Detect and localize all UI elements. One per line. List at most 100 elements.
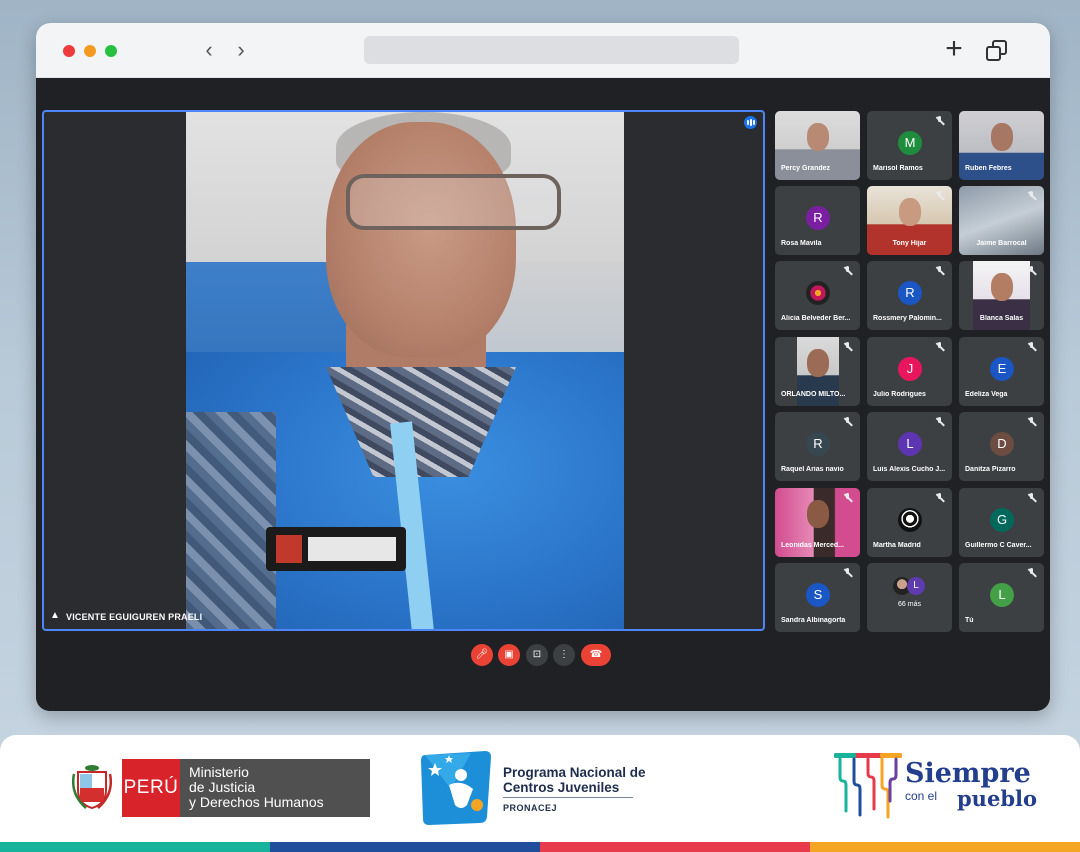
pronacej-title-line-2: Centros Juveniles	[503, 780, 620, 795]
slogan-siempre: Siempre	[905, 758, 1031, 789]
participant-face	[898, 198, 921, 226]
participant-tile[interactable]: L 66 más	[867, 563, 952, 632]
participant-avatar: G	[990, 508, 1014, 532]
mic-muted-icon	[935, 417, 944, 426]
participant-tile[interactable]: R Raquel Arias navio	[775, 412, 860, 481]
more-participants-avatars: L	[893, 577, 927, 597]
participant-name: Percy Grandez	[781, 165, 831, 172]
tabs-overview-icon[interactable]	[986, 40, 1008, 62]
ministry-name: Ministerio de Justicia y Derechos Humano…	[180, 759, 370, 817]
browser-window: ‹ › + ▲ VICENTE EGUIGUREN PRAELI Percy G…	[36, 23, 1050, 711]
mic-muted-icon	[935, 266, 944, 275]
speaker-name: VICENTE EGUIGUREN PRAELI	[66, 612, 203, 622]
participant-tile[interactable]: M Marisol Ramos	[867, 111, 952, 180]
slogan-pueblo: pueblo	[957, 786, 1037, 811]
forward-arrow-icon[interactable]: ›	[228, 36, 254, 64]
mic-off-button[interactable]: 🎤︎	[471, 644, 493, 666]
participant-name: Jaime Barrocal	[976, 240, 1027, 247]
main-speaker-tile[interactable]: ▲ VICENTE EGUIGUREN PRAELI	[42, 110, 765, 631]
participant-tile[interactable]: Martha Madrid	[867, 488, 952, 557]
pin-icon[interactable]: ▲	[50, 610, 60, 622]
mic-off-icon: 🎤︎	[475, 649, 489, 660]
present-icon: ⊡	[532, 649, 542, 660]
mic-muted-icon	[843, 342, 852, 351]
hang-up-button[interactable]: ☎︎	[581, 644, 611, 666]
mic-muted-icon	[843, 417, 852, 426]
participant-tile[interactable]: E Edeliza Vega	[959, 337, 1044, 406]
participant-name: Julio Rodrigues	[873, 391, 926, 398]
participant-name: Raquel Arias navio	[781, 466, 844, 473]
participant-tile[interactable]: R Rossmery Palomin...	[867, 261, 952, 330]
participant-name: Rosa Mavila	[781, 240, 822, 247]
participant-avatar-image	[898, 508, 922, 532]
participant-avatar: D	[990, 432, 1014, 456]
participant-name: Alicia Belveder Ber...	[781, 315, 851, 322]
participant-avatar: L	[898, 432, 922, 456]
mic-muted-icon	[1027, 266, 1036, 275]
mic-muted-icon	[843, 266, 852, 275]
participant-tile[interactable]: Leonidas Merced...	[775, 488, 860, 557]
participant-name: Edeliza Vega	[965, 391, 1008, 398]
participant-avatar: R	[806, 206, 830, 230]
participant-avatar-image	[806, 281, 830, 305]
siempre-con-el-pueblo-logo-icon	[834, 753, 902, 819]
mic-muted-icon	[843, 568, 852, 577]
participant-tile[interactable]: J Julio Rodrigues	[867, 337, 952, 406]
back-arrow-icon[interactable]: ‹	[196, 36, 222, 64]
camera-off-button[interactable]: ▣	[498, 644, 520, 666]
participant-tile[interactable]: Blanca Salas	[959, 261, 1044, 330]
participant-name: Tú	[965, 617, 974, 624]
more-options-button[interactable]: ⋮	[553, 644, 575, 666]
mic-muted-icon	[1027, 493, 1036, 502]
new-tab-plus-icon[interactable]: +	[939, 34, 969, 64]
participant-tile[interactable]: L Tú	[959, 563, 1044, 632]
participant-tile[interactable]: ORLANDO MILTO...	[775, 337, 860, 406]
mic-muted-icon	[935, 342, 944, 351]
present-button[interactable]: ⊡	[526, 644, 548, 666]
participant-name: Danitza Pizarro	[965, 466, 1016, 473]
participant-face	[990, 123, 1013, 151]
close-window-button[interactable]	[63, 45, 75, 57]
participant-tile[interactable]: Percy Grandez	[775, 111, 860, 180]
participant-tile[interactable]: G Guillermo C Caver...	[959, 488, 1044, 557]
browser-toolbar: ‹ › +	[36, 23, 1050, 78]
pronacej-title-line-1: Programa Nacional de	[503, 765, 646, 780]
minimize-window-button[interactable]	[84, 45, 96, 57]
mic-muted-icon	[1027, 417, 1036, 426]
participant-name: Guillermo C Caver...	[965, 542, 1032, 549]
participant-tile[interactable]: Tony Hijar	[867, 186, 952, 255]
pronacej-logo-icon	[421, 751, 491, 825]
participant-tile[interactable]: L Luis Alexis Cucho J...	[867, 412, 952, 481]
slogan-con-el: con el	[905, 789, 938, 803]
participant-name: Sandra Albinagorta	[781, 617, 846, 624]
mic-muted-icon	[935, 191, 944, 200]
peru-label: PERÚ	[122, 759, 180, 817]
participant-tile[interactable]: D Danitza Pizarro	[959, 412, 1044, 481]
hang-up-icon: ☎︎	[589, 649, 603, 660]
meeting-area: ▲ VICENTE EGUIGUREN PRAELI Percy Grandez…	[36, 78, 1050, 711]
address-bar[interactable]	[364, 36, 739, 64]
participant-name: Marisol Ramos	[873, 165, 923, 172]
participant-tile[interactable]: Alicia Belveder Ber...	[775, 261, 860, 330]
mic-muted-icon	[1027, 191, 1036, 200]
participant-tile[interactable]: Ruben Febres	[959, 111, 1044, 180]
ministry-line-1: Ministerio	[189, 764, 249, 780]
participant-name: Rossmery Palomin...	[873, 315, 942, 322]
footer-stripe-green	[0, 842, 270, 852]
participant-avatar: R	[898, 281, 922, 305]
pronacej-abbr: PRONACEJ	[503, 803, 558, 813]
participant-tile[interactable]: Jaime Barrocal	[959, 186, 1044, 255]
peru-coat-of-arms-icon	[72, 765, 112, 810]
participant-avatar: S	[806, 583, 830, 607]
participant-name: Blanca Salas	[979, 315, 1024, 322]
participant-name: Ruben Febres	[965, 165, 1012, 172]
ministry-line-2: de Justicia	[189, 779, 256, 795]
speaking-indicator-icon	[744, 116, 757, 129]
participant-face	[807, 349, 829, 377]
participant-tile[interactable]: S Sandra Albinagorta	[775, 563, 860, 632]
participant-tile[interactable]: R Rosa Mavila	[775, 186, 860, 255]
participant-name: Tony Hijar	[892, 240, 927, 247]
maximize-window-button[interactable]	[105, 45, 117, 57]
participant-name: Luis Alexis Cucho J...	[873, 466, 946, 473]
participant-face	[990, 273, 1013, 301]
